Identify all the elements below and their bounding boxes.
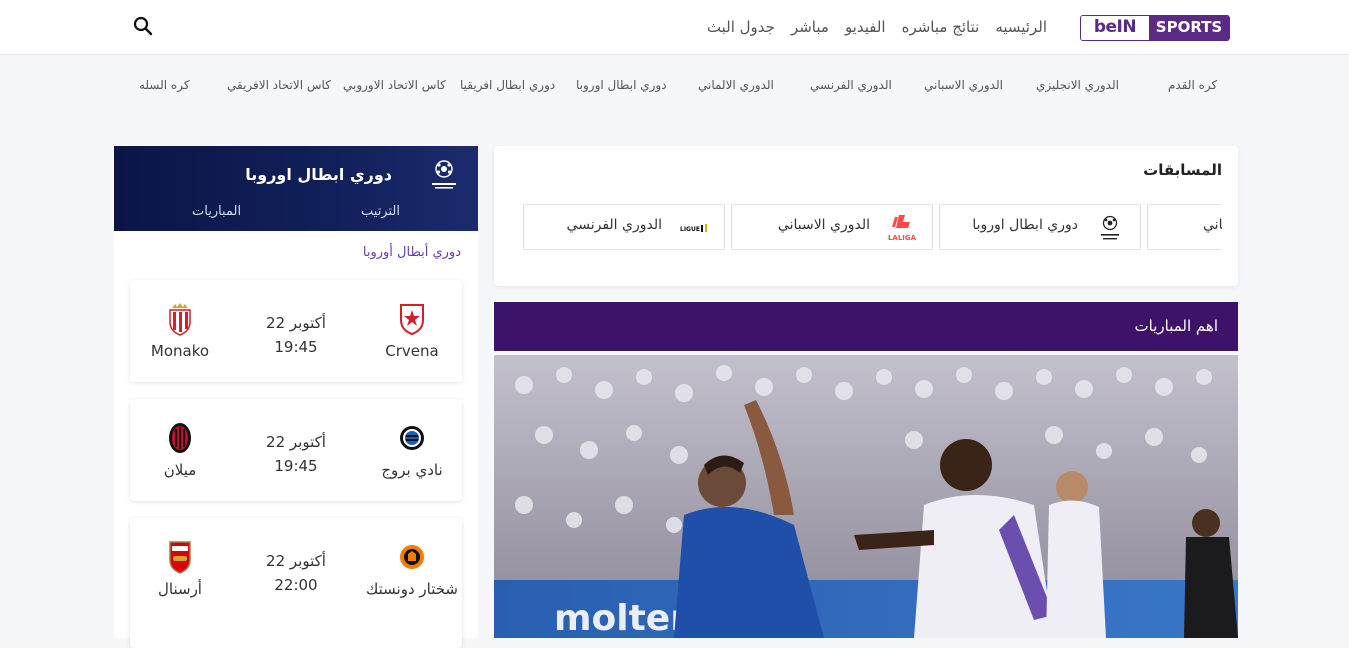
main-nav: الرئيسيه نتائج مباشره الفيديو مباشر جدول… xyxy=(707,15,1047,39)
monaco-crest-icon xyxy=(169,303,191,336)
nav-schedule[interactable]: جدول البث xyxy=(707,15,775,39)
tab-matches[interactable]: المباريات xyxy=(192,204,241,219)
subnav-europa-league[interactable]: كاس الاتحاد الاوروبي xyxy=(343,78,446,92)
competitions-card: المسابقات الماني دوري ابطال اوروبا LALIG… xyxy=(494,146,1238,286)
match-datetime: 22 أكتوبر 19:45 xyxy=(246,433,346,475)
football-action-photo: molten xyxy=(494,355,1238,638)
away-team-name: Monako xyxy=(150,342,210,360)
top-matches-title: اهم المباريات xyxy=(1134,317,1218,335)
ucl-panel: دوري ابطال اوروبا الترتيب المباريات دوري… xyxy=(114,146,478,648)
top-header: beIN SPORTS الرئيسيه نتائج مباشره الفيدي… xyxy=(0,0,1349,55)
champions-league-icon xyxy=(1101,215,1119,240)
match-card[interactable]: نادي بروج 22 أكتوبر 19:45 ميلان xyxy=(130,399,462,501)
crvena-zvezda-crest-icon xyxy=(400,304,424,336)
subnav-ligue1[interactable]: الدوري الفرنسي xyxy=(810,78,892,92)
ucl-panel-body: دوري أبطال أوروبا Crvena 22 أكتوبر 19:45 xyxy=(114,231,478,648)
svg-text:LALIGA: LALIGA xyxy=(888,234,917,242)
subnav-caf-confederation[interactable]: كاس الاتحاد الافريقي xyxy=(227,78,331,92)
shakhtar-crest-icon xyxy=(400,545,424,569)
subnav-champions-league[interactable]: دوري ابطال اوروبا xyxy=(576,78,667,92)
match-card[interactable]: Crvena 22 أكتوبر 19:45 Monako xyxy=(130,280,462,382)
match-date: 22 أكتوبر xyxy=(266,552,326,570)
competitions-carousel[interactable]: الماني دوري ابطال اوروبا LALIGA الدوري ا… xyxy=(522,204,1222,252)
home-team-name: نادي بروج xyxy=(381,461,443,479)
champions-league-icon xyxy=(432,160,456,189)
top-matches-header: اهم المباريات xyxy=(494,302,1238,351)
ligue1-icon: LIGUE xyxy=(680,224,707,233)
competition-label: الماني xyxy=(1203,217,1222,233)
arsenal-crest-icon xyxy=(169,541,191,574)
subnav-football[interactable]: كره القدم xyxy=(1168,78,1217,92)
away-team-name: أرسنال xyxy=(158,580,202,598)
competition-label: دوري ابطال اوروبا xyxy=(972,217,1078,233)
sub-nav: كره القدم الدوري الانجليزي الدوري الاسبا… xyxy=(110,78,1250,98)
logo-sports: SPORTS xyxy=(1149,16,1229,40)
laliga-icon: LALIGA xyxy=(888,215,917,242)
competition-chip[interactable]: الماني xyxy=(1147,204,1222,250)
ac-milan-crest-icon xyxy=(169,423,191,453)
competition-chip[interactable]: دوري ابطال اوروبا xyxy=(939,204,1141,250)
match-card[interactable]: شختار دونستك 22 أكتوبر 22:00 أرسنال xyxy=(130,518,462,648)
match-time: 22:00 xyxy=(274,576,318,594)
away-team-name: ميلان xyxy=(163,461,197,479)
nav-home[interactable]: الرئيسيه xyxy=(995,15,1047,39)
nav-live[interactable]: مباشر xyxy=(791,15,829,39)
subnav-premier-league[interactable]: الدوري الانجليزي xyxy=(1036,78,1119,92)
tab-standings[interactable]: الترتيب xyxy=(361,204,400,219)
competition-label: الدوري الفرنسي xyxy=(566,217,662,233)
search-icon[interactable] xyxy=(133,16,153,36)
match-time: 19:45 xyxy=(274,338,318,356)
subnav-laliga[interactable]: الدوري الاسباني xyxy=(924,78,1003,92)
svg-text:LIGUE: LIGUE xyxy=(680,226,700,233)
club-brugge-crest-icon xyxy=(400,426,424,450)
away-team: أرسنال xyxy=(130,540,230,598)
nav-live-results[interactable]: نتائج مباشره xyxy=(902,15,980,39)
home-team-name: شختار دونستك xyxy=(365,580,458,598)
bein-sports-logo[interactable]: beIN SPORTS xyxy=(1080,15,1230,41)
nav-video[interactable]: الفيديو xyxy=(845,15,886,39)
subnav-bundesliga[interactable]: الدوري الالماني xyxy=(698,78,774,92)
away-team: ميلان xyxy=(130,421,230,479)
match-datetime: 22 أكتوبر 22:00 xyxy=(246,552,346,594)
home-team: نادي بروج xyxy=(362,421,462,479)
ucl-panel-title: دوري ابطال اوروبا xyxy=(245,165,392,184)
top-match-hero-image[interactable]: molten xyxy=(494,355,1238,638)
subnav-caf-champions[interactable]: دوري ابطال افريقيا xyxy=(460,78,555,92)
competitions-title: المسابقات xyxy=(1143,161,1222,179)
home-team: شختار دونستك xyxy=(362,540,462,598)
subnav-basketball[interactable]: كره السله xyxy=(139,78,190,92)
home-team-name: Crvena xyxy=(385,342,439,360)
competition-label[interactable]: دوري أبطال أوروبا xyxy=(363,245,461,260)
logo-bein: beIN xyxy=(1081,16,1149,40)
away-team: Monako xyxy=(130,302,230,360)
match-time: 19:45 xyxy=(274,457,318,475)
ucl-panel-header: دوري ابطال اوروبا الترتيب المباريات xyxy=(114,146,478,231)
match-datetime: 22 أكتوبر 19:45 xyxy=(246,314,346,356)
competition-chip[interactable]: LIGUE الدوري الفرنسي xyxy=(523,204,725,250)
competition-chip[interactable]: LALIGA الدوري الاسباني xyxy=(731,204,933,250)
home-team: Crvena xyxy=(362,302,462,360)
competition-label: الدوري الاسباني xyxy=(777,217,870,233)
match-date: 22 أكتوبر xyxy=(266,314,326,332)
match-date: 22 أكتوبر xyxy=(266,433,326,451)
